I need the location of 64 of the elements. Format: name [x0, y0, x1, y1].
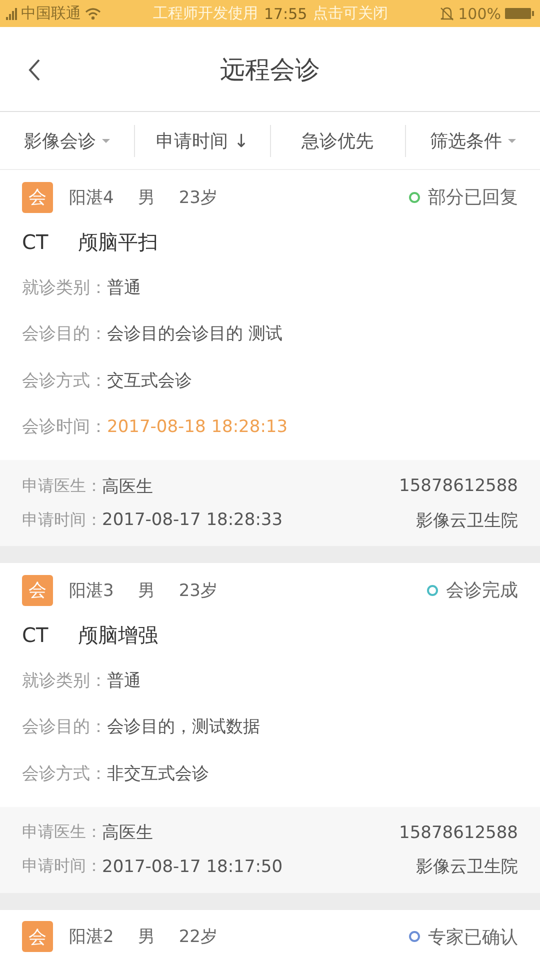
field-label: 会诊目的：	[22, 716, 107, 738]
consult-badge: 会	[22, 182, 53, 212]
page-title: 远程会诊	[220, 54, 320, 86]
field-value: 会诊目的会诊目的 测试	[107, 323, 282, 346]
patient-age: 23岁	[178, 186, 218, 208]
hospital-name: 影像云卫生院	[416, 856, 518, 878]
consultation-card[interactable]: 会 阳湛3 男 23岁 会诊完成 CT 颅脑增强 就诊类别：普通 会诊目的：会诊目的，测试数据 会诊方式：非交互式会诊 申请医生：高医生 15878612588 申请时间：2017-08-17 18:17:50 影像云卫生院	[0, 563, 540, 892]
patient-sex: 男	[138, 926, 155, 948]
apply-time-label: 申请时间：	[22, 510, 102, 530]
patient-age: 23岁	[178, 580, 218, 602]
doctor-label: 申请医生：	[22, 476, 102, 496]
field-value: 会诊目的，测试数据	[107, 716, 260, 738]
field-label: 就诊类别：	[22, 670, 107, 692]
field-label: 会诊时间：	[22, 416, 107, 438]
field-value: 普通	[107, 670, 141, 692]
battery-percent: 100%	[458, 4, 501, 22]
exam-name: 颅脑增强	[78, 622, 158, 648]
battery-icon	[505, 8, 534, 19]
apply-time: 2017-08-17 18:17:50	[102, 856, 283, 876]
patient-sex: 男	[138, 580, 155, 602]
consultation-card[interactable]: 会 阳湛2 男 22岁 专家已确认	[0, 910, 540, 960]
consultation-card[interactable]: 会 阳湛4 男 23岁 部分已回复 CT 颅脑平扫 就诊类别：普通 会诊目的：会诊目的会诊目的 测试 会诊方式：交互式会诊 会诊时间：2017-08-18 18:28:13 申请医生：高医生 15878612588 申请时间：2017-08-17 18:28:33 影像云卫生院	[0, 170, 540, 546]
field-value: 交互式会诊	[107, 370, 192, 392]
doctor-name: 高医生	[102, 476, 153, 498]
caret-icon	[508, 138, 516, 142]
status-label: 专家已确认	[428, 926, 518, 948]
patient-age: 22岁	[178, 926, 218, 948]
doctor-phone: 15878612588	[399, 822, 518, 842]
doctor-phone: 15878612588	[399, 476, 518, 496]
doctor-name: 高医生	[102, 822, 153, 844]
hospital-name: 影像云卫生院	[416, 510, 518, 532]
patient-name: 阳湛3	[69, 580, 114, 602]
patient-name: 阳湛2	[69, 926, 114, 948]
wifi-icon	[85, 7, 101, 20]
modality-label: CT	[22, 623, 48, 647]
status-label: 会诊完成	[446, 579, 518, 602]
field-label: 就诊类别：	[22, 276, 107, 299]
mute-bell-icon	[440, 6, 454, 20]
consult-badge: 会	[22, 574, 53, 606]
apply-time: 2017-08-17 18:28:33	[102, 510, 283, 530]
field-label: 会诊目的：	[22, 323, 107, 346]
back-chevron-icon	[28, 59, 41, 81]
field-value: 普通	[107, 276, 141, 299]
filter-tab[interactable]: 急诊优先	[270, 128, 405, 152]
clock-time: 17:55	[264, 4, 308, 22]
field-value: 2017-08-18 18:28:13	[107, 416, 288, 437]
field-value: 非交互式会诊	[107, 762, 209, 785]
filter-tab[interactable]: 影像会诊	[0, 128, 134, 152]
filter-tab[interactable]: 筛选条件	[406, 128, 540, 152]
field-label: 会诊方式：	[22, 370, 107, 392]
carrier-name: 中国联通	[21, 4, 81, 23]
patient-name: 阳湛4	[69, 186, 114, 208]
dev-banner-text: 工程师开发使用	[152, 4, 258, 23]
apply-time-label: 申请时间：	[22, 856, 102, 877]
signal-icon	[6, 8, 17, 20]
modality-label: CT	[22, 230, 48, 254]
patient-sex: 男	[138, 186, 155, 208]
consult-badge: 会	[22, 921, 53, 952]
doctor-label: 申请医生：	[22, 822, 102, 843]
caret-icon	[102, 138, 110, 142]
exam-name: 颅脑平扫	[78, 228, 158, 256]
field-label: 会诊方式：	[22, 762, 107, 785]
filter-tab[interactable]: 申请时间 ↓	[135, 128, 270, 152]
status-label: 部分已回复	[428, 186, 518, 209]
